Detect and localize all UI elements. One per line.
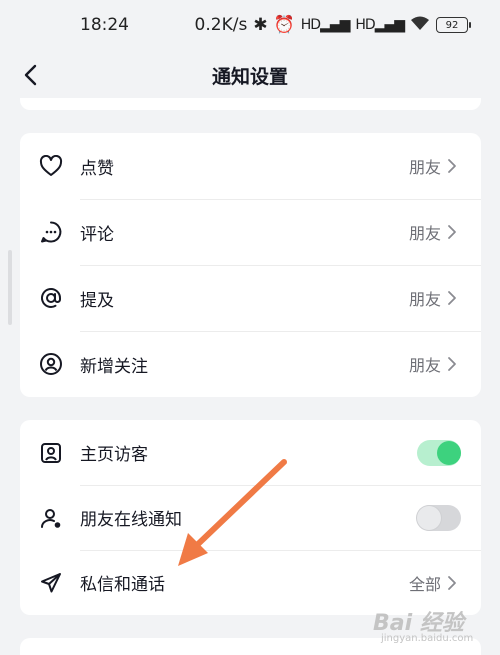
nav-bar: 通知设置	[0, 50, 500, 100]
comment-icon	[38, 219, 64, 245]
user-online-icon	[38, 505, 64, 531]
signal-icon: HD▂▄▆	[300, 17, 351, 33]
setting-label: 点赞	[80, 158, 114, 179]
at-icon	[38, 285, 64, 311]
setting-label: 提及	[80, 290, 114, 311]
page-title: 通知设置	[211, 65, 288, 88]
profile-visitor-toggle[interactable]	[417, 439, 461, 466]
chevron-right-icon	[447, 224, 461, 240]
scroll-indicator	[8, 250, 12, 325]
status-time: 18:24	[80, 15, 129, 35]
chevron-left-icon	[24, 64, 37, 86]
setting-value: 朋友	[408, 290, 441, 309]
network-speed: 0.2K/s	[194, 15, 248, 35]
chevron-right-icon	[447, 290, 461, 306]
setting-value: 朋友	[408, 356, 441, 375]
setting-row-mention[interactable]: 提及 朋友	[20, 265, 481, 331]
back-button[interactable]	[14, 58, 46, 92]
friend-online-toggle[interactable]	[417, 504, 461, 531]
setting-label: 朋友在线通知	[80, 510, 182, 530]
bluetooth-icon: ✱	[253, 15, 268, 35]
setting-label: 新增关注	[80, 356, 148, 377]
chevron-right-icon	[447, 356, 461, 372]
chevron-right-icon	[447, 575, 461, 591]
setting-row-like[interactable]: 点赞 朋友	[20, 133, 481, 199]
watermark-url: jingyan.baidu.com	[381, 633, 474, 644]
user-circle-icon	[38, 351, 64, 377]
profile-visitor-icon	[38, 440, 64, 466]
toggle-knob	[437, 440, 461, 465]
setting-row-comment[interactable]: 评论 朋友	[20, 199, 481, 265]
setting-label: 主页访客	[80, 445, 148, 465]
alarm-icon: ⏰	[273, 15, 295, 35]
setting-value: 朋友	[408, 224, 441, 243]
setting-value: 全部	[408, 574, 441, 594]
interaction-notify-card: 点赞 朋友 评论 朋友 提及 朋友 新增关注 朋友	[20, 133, 481, 397]
signal-icon-2: HD▂▄▆	[355, 17, 405, 33]
setting-row-friend-online: 朋友在线通知	[20, 485, 481, 550]
previous-section-card	[20, 98, 481, 110]
paper-plane-icon	[38, 570, 64, 596]
setting-value: 朋友	[408, 158, 441, 177]
setting-label: 评论	[80, 224, 114, 245]
heart-icon	[38, 153, 64, 179]
setting-row-profile-visitor: 主页访客	[20, 420, 481, 485]
other-notify-card: 主页访客 朋友在线通知 私信和通话 全部	[20, 420, 481, 615]
battery-icon: 92	[436, 17, 471, 33]
status-icons: 0.2K/s ✱ ⏰ HD▂▄▆ HD▂▄▆ 92	[194, 15, 471, 36]
chevron-right-icon	[447, 158, 461, 174]
status-bar: 18:24 0.2K/s ✱ ⏰ HD▂▄▆ HD▂▄▆ 92	[0, 0, 500, 50]
setting-label: 私信和通话	[80, 575, 165, 595]
wifi-icon	[410, 15, 430, 36]
setting-row-new-follower[interactable]: 新增关注 朋友	[20, 331, 481, 397]
toggle-knob	[417, 505, 441, 530]
watermark: Bai 经验 jingyan.baidu.com	[373, 605, 478, 647]
